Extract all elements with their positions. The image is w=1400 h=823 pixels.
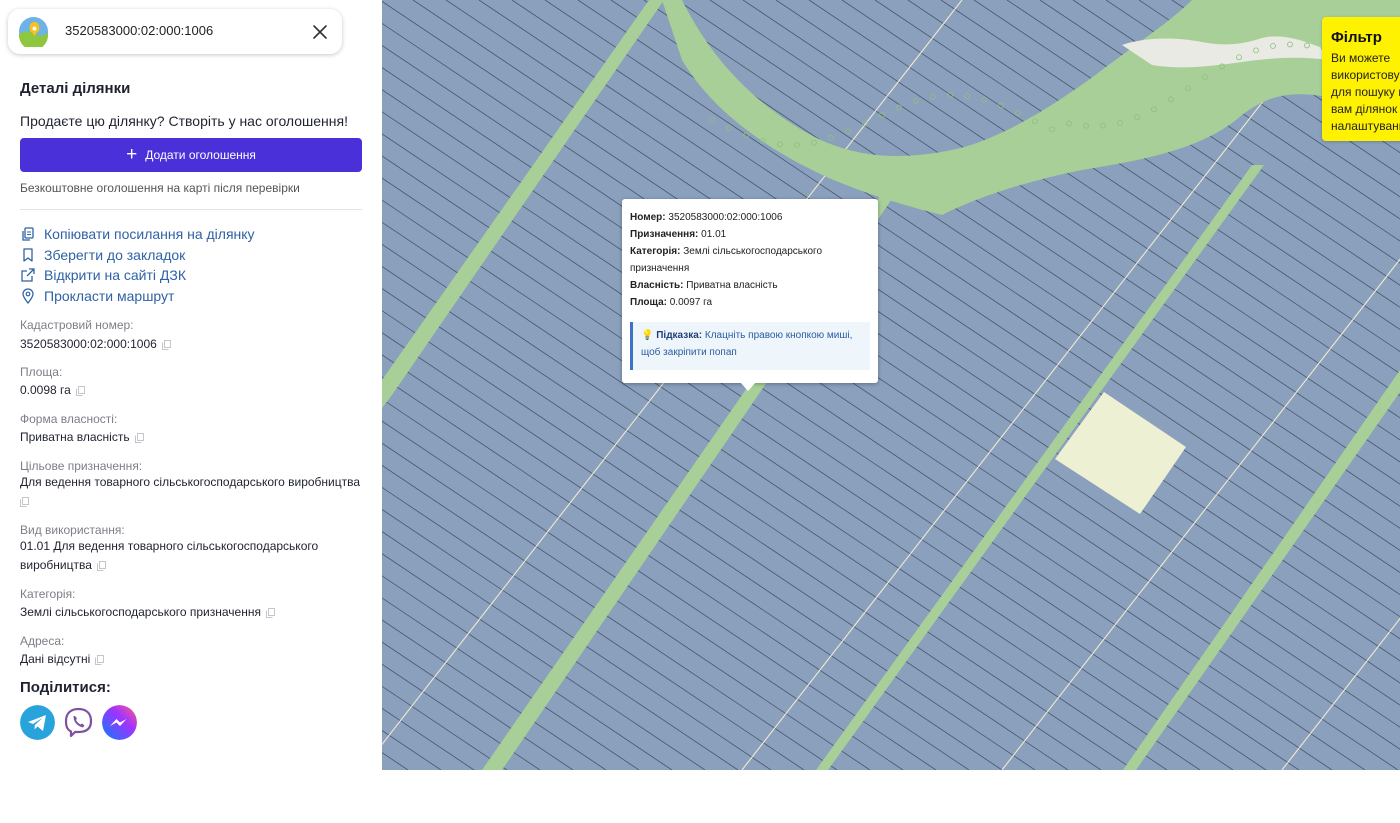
route-action[interactable]: Прокласти маршрут — [20, 286, 174, 306]
popup-ownership-label: Власність: — [630, 280, 684, 291]
add-ad-button-label: Додати оголошення — [145, 148, 256, 162]
bookmark-icon — [23, 248, 33, 262]
popup-ownership-value: Приватна власність — [686, 280, 778, 291]
usage-value: 01.01 Для ведення товарного сільськогосп… — [20, 537, 330, 575]
action-label: Копіювати посилання на ділянку — [44, 226, 255, 242]
add-ad-button[interactable]: + Додати оголошення — [20, 138, 362, 172]
open-dzk-action[interactable]: Відкрити на сайті ДЗК — [20, 265, 186, 285]
popup-number-label: Номер: — [630, 212, 666, 223]
popup-area-value: 0.0097 га — [669, 297, 713, 308]
address-label: Адреса: — [20, 634, 65, 648]
cadastral-number-label: Кадастровий номер: — [20, 318, 134, 332]
popup-category-label: Категорія: — [630, 246, 681, 257]
share-title: Поділитися: — [20, 679, 111, 696]
area-label: Площа: — [20, 365, 63, 379]
cadastral-number-value: 3520583000:02:000:1006 — [20, 335, 171, 354]
field-value-text: Дані відсутні — [20, 652, 91, 666]
usage-label: Вид використання: — [20, 523, 125, 537]
copy-link-icon — [22, 227, 34, 241]
popup-category-row: Категорія: Землі сільськогосподарського … — [630, 243, 870, 277]
free-ad-note: Безкоштовне оголошення на карті після пе… — [20, 181, 300, 195]
copy-icon[interactable] — [95, 654, 105, 665]
copy-icon[interactable] — [134, 432, 144, 443]
map-logo-icon[interactable] — [18, 16, 49, 47]
filter-text: Ви можете використову для пошуку к вам д… — [1331, 51, 1400, 133]
category-label: Категорія: — [20, 587, 76, 601]
external-link-icon — [21, 268, 35, 282]
field-value-text: 3520583000:02:000:1006 — [20, 337, 157, 351]
copy-icon[interactable] — [161, 339, 171, 350]
popup-area-row: Площа: 0.0097 га — [630, 294, 870, 311]
map-canvas[interactable] — [382, 0, 1400, 770]
parcel-popup[interactable]: Номер: 3520583000:02:000:1006 Призначенн… — [622, 199, 878, 391]
popup-purpose-row: Призначення: 01.01 — [630, 226, 870, 243]
field-value-text: Землі сільськогосподарського призначення — [20, 605, 261, 619]
popup-purpose-label: Призначення: — [630, 229, 699, 240]
ownership-label: Форма власності: — [20, 412, 118, 426]
telegram-icon[interactable] — [20, 705, 55, 740]
action-label: Прокласти маршрут — [44, 288, 175, 304]
action-label: Зберегти до закладок — [44, 247, 186, 263]
category-value: Землі сільськогосподарського призначення — [20, 603, 275, 622]
purpose-label: Цільове призначення: — [20, 459, 143, 473]
copy-icon[interactable] — [20, 496, 29, 507]
lightbulb-icon: 💡 — [641, 330, 654, 341]
popup-ownership-row: Власність: Приватна власність — [630, 277, 870, 294]
popup-purpose-value: 01.01 — [701, 229, 727, 240]
popup-hint-label: Підказка: — [656, 330, 703, 341]
cadastral-map[interactable]: Фільтр Ви можете використову для пошуку … — [382, 0, 1400, 770]
close-icon[interactable] — [309, 21, 331, 43]
details-sidebar: 3520583000:02:000:1006 Деталі ділянки Пр… — [0, 0, 382, 770]
copy-icon[interactable] — [96, 560, 106, 571]
location-pin-icon — [22, 288, 34, 304]
copy-icon[interactable] — [75, 385, 85, 396]
viber-icon[interactable] — [61, 705, 96, 740]
search-box[interactable]: 3520583000:02:000:1006 — [8, 9, 342, 54]
field-value-text: 0.0098 га — [20, 383, 71, 397]
address-value: Дані відсутні — [20, 650, 105, 669]
popup-area-label: Площа: — [630, 297, 667, 308]
field-value-text: Приватна власність — [20, 430, 130, 444]
purpose-value: Для ведення товарного сільськогосподарсь… — [20, 473, 365, 511]
ownership-value: Приватна власність — [20, 428, 144, 447]
popup-pointer — [740, 382, 756, 391]
popup-hint: 💡 Підказка: Клацніть правою кнопкою миші… — [630, 322, 870, 370]
copy-link-action[interactable]: Копіювати посилання на ділянку — [20, 224, 255, 244]
popup-number-row: Номер: 3520583000:02:000:1006 — [630, 209, 870, 226]
action-label: Відкрити на сайті ДЗК — [44, 267, 186, 283]
field-value-text: 01.01 Для ведення товарного сільськогосп… — [20, 539, 319, 572]
bookmark-action[interactable]: Зберегти до закладок — [20, 245, 185, 265]
plus-icon: + — [126, 143, 138, 165]
search-input[interactable]: 3520583000:02:000:1006 — [65, 23, 213, 38]
area-value: 0.0098 га — [20, 381, 85, 400]
sell-prompt: Продаєте цю ділянку? Створіть у нас огол… — [20, 113, 348, 129]
field-value-text: Для ведення товарного сільськогосподарсь… — [20, 475, 361, 489]
messenger-icon[interactable] — [102, 705, 137, 740]
filter-card[interactable]: Фільтр Ви можете використову для пошуку … — [1322, 17, 1400, 141]
divider — [20, 209, 362, 210]
popup-number-value: 3520583000:02:000:1006 — [668, 212, 783, 223]
panel-title: Деталі ділянки — [20, 80, 131, 97]
filter-title: Фільтр — [1331, 29, 1382, 46]
copy-icon[interactable] — [265, 607, 275, 618]
